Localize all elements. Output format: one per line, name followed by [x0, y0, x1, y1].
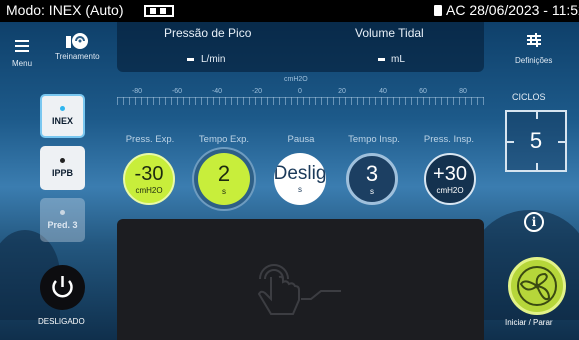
knob-unit: cmH2O: [135, 185, 163, 195]
power-icon: [52, 276, 73, 298]
insp-pressure-knob[interactable]: +30 cmH2O: [424, 153, 476, 205]
scale-tick: 0: [298, 88, 302, 95]
sliders-icon: [526, 33, 541, 47]
training-label: Treinamento: [55, 52, 100, 61]
power-source-datetime: AC 28/06/2023 - 11:52: [446, 2, 579, 18]
training-icon: [66, 33, 89, 49]
knob-unit: s: [222, 186, 226, 196]
mode-label: Pred. 3: [47, 220, 78, 230]
peak-pressure-value: [187, 58, 194, 61]
scale-bar: [117, 97, 484, 105]
knob-unit: s: [298, 185, 302, 194]
tidal-volume-value: [378, 58, 385, 61]
fan-icon: [517, 266, 557, 306]
knob-value: -30: [134, 162, 164, 185]
mode-indicator-dot: [60, 158, 65, 163]
settings-label: Definições: [515, 56, 553, 65]
cycles-tick: [536, 112, 538, 119]
mode-button-inex[interactable]: INEX: [40, 94, 85, 138]
insp-time-knob[interactable]: 3 s: [346, 153, 398, 205]
pause-knob[interactable]: Deslig s: [274, 153, 326, 205]
mode-button-pred3[interactable]: Pred. 3: [40, 198, 85, 242]
status-bar: Modo: INEX (Auto) AC 28/06/2023 - 11:52: [0, 0, 579, 22]
info-icon[interactable]: i: [524, 212, 544, 232]
scale-tick: -40: [211, 88, 223, 95]
peak-pressure-title: Pressão de Pico: [164, 26, 252, 40]
mode-indicator-dot: [60, 210, 65, 215]
scale-unit: cmH2O: [284, 76, 308, 83]
scale-tick: -20: [251, 88, 263, 95]
pressure-scale: cmH2O -80 -60 -40 -20 0 20 40 60 80: [117, 76, 484, 112]
waveform-display[interactable]: [117, 219, 484, 340]
menu-button[interactable]: Menu: [12, 32, 32, 68]
mode-indicator-dot: [60, 106, 65, 111]
start-stop-label: Iniciar / Parar: [505, 318, 553, 327]
battery-icon: [144, 5, 174, 17]
knob-value: 2: [217, 160, 231, 186]
plug-icon: [434, 5, 442, 16]
peak-pressure-unit: L/min: [201, 54, 226, 65]
tidal-volume-unit: mL: [391, 54, 405, 65]
tidal-volume-title: Volume Tidal: [355, 26, 424, 40]
param-label-insp-pressure: Press. Insp.: [423, 134, 475, 145]
power-status-label: DESLIGADO: [38, 317, 85, 326]
param-label-exp-pressure: Press. Exp.: [125, 134, 175, 145]
param-label-pause: Pausa: [287, 134, 315, 145]
exp-time-knob[interactable]: 2 s: [198, 153, 250, 205]
knob-value: Deslig: [274, 163, 326, 184]
cycles-label: CICLOS: [512, 92, 546, 102]
mode-button-ippb[interactable]: IPPB: [40, 146, 85, 190]
scale-tick: 40: [379, 88, 387, 95]
mode-label: INEX: [51, 116, 73, 126]
knob-value: +30: [433, 162, 467, 185]
monitoring-panel: Pressão de Pico L/min Volume Tidal mL: [117, 22, 484, 72]
scale-tick: 60: [419, 88, 427, 95]
knob-unit: s: [370, 186, 374, 196]
mode-label: IPPB: [51, 168, 73, 178]
scale-tick: 80: [459, 88, 467, 95]
start-stop-button[interactable]: [508, 257, 566, 315]
knob-unit: cmH2O: [436, 185, 464, 195]
power-button[interactable]: [40, 265, 85, 310]
param-label-insp-time: Tempo Insp.: [348, 134, 400, 145]
scale-tick: -60: [171, 88, 183, 95]
menu-icon: [15, 40, 29, 52]
training-button[interactable]: Treinamento: [55, 32, 100, 61]
menu-label: Menu: [12, 59, 33, 68]
param-label-exp-time: Tempo Exp.: [198, 134, 250, 145]
scale-tick: 20: [338, 88, 346, 95]
touch-hand-icon: [257, 264, 341, 315]
cycles-tick: [536, 163, 538, 170]
knob-value: 3: [365, 160, 379, 186]
exp-pressure-knob[interactable]: -30 cmH2O: [123, 153, 175, 205]
cycles-counter[interactable]: 5: [505, 110, 567, 172]
cycles-value: 5: [529, 128, 543, 153]
scale-tick: -80: [131, 88, 143, 95]
mode-indicator: Modo: INEX (Auto): [6, 2, 124, 18]
settings-button[interactable]: Definições: [515, 32, 552, 65]
